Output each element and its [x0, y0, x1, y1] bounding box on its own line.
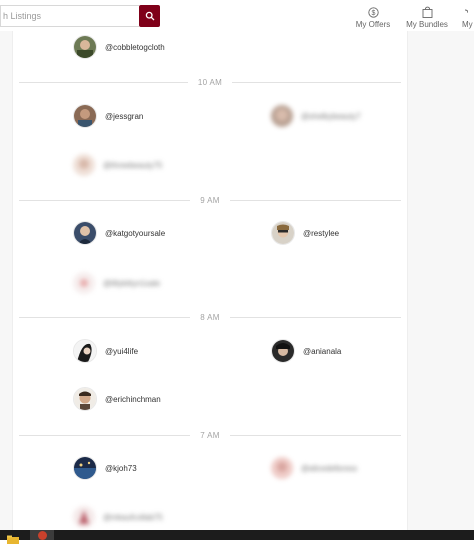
my-offers-label: My Offers — [355, 20, 391, 29]
time-label: 10 AM — [197, 77, 223, 87]
my-bundles-link[interactable]: My Bundles — [405, 6, 449, 29]
list-item[interactable]: @restylee — [271, 221, 339, 245]
time-divider: 7 AM — [19, 429, 401, 441]
time-divider: 8 AM — [19, 311, 401, 323]
list-item[interactable]: @mkaufcollab75 — [73, 505, 163, 529]
partial-icon — [462, 6, 468, 18]
list-item[interactable]: @kjoh73 — [73, 456, 137, 480]
bag-icon — [422, 6, 433, 18]
list-item[interactable]: @cobbletogcloth — [73, 35, 165, 59]
list-item[interactable]: @threebeauty75 — [73, 153, 162, 177]
my-offers-link[interactable]: $ My Offers — [355, 6, 391, 29]
username[interactable]: @kjoh73 — [105, 464, 137, 473]
avatar — [271, 457, 293, 479]
list-item[interactable]: @shelbybeauty7 — [271, 104, 361, 128]
avatar — [73, 104, 97, 128]
avatar — [73, 339, 97, 363]
dollar-circle-icon: $ — [367, 6, 379, 18]
time-divider: 10 AM — [19, 76, 401, 88]
list-item[interactable]: @jessgran — [73, 104, 143, 128]
avatar — [73, 272, 95, 294]
list-item[interactable]: @lillykittyn1sale — [73, 271, 160, 295]
username[interactable]: @lillykittyn1sale — [103, 279, 160, 288]
search-icon — [145, 11, 154, 21]
username[interactable]: @restylee — [303, 229, 339, 238]
list-item[interactable]: @katgotyoursale — [73, 221, 165, 245]
avatar — [271, 339, 295, 363]
avatar — [271, 221, 295, 245]
my-account-link[interactable]: My — [462, 6, 474, 29]
list-item[interactable]: @yui4life — [73, 339, 138, 363]
avatar — [73, 35, 97, 59]
username[interactable]: @katgotyoursale — [105, 229, 165, 238]
list-item[interactable]: @anianala — [271, 339, 341, 363]
search-input[interactable] — [0, 5, 139, 27]
avatar — [271, 105, 293, 127]
time-label: 8 AM — [200, 312, 220, 322]
username[interactable]: @erichinchman — [105, 395, 161, 404]
username[interactable]: @yui4life — [105, 347, 138, 356]
my-bundles-label: My Bundles — [406, 20, 448, 29]
avatar — [73, 456, 97, 480]
time-label: 9 AM — [200, 195, 220, 205]
list-item[interactable]: @erichinchman — [73, 387, 161, 411]
time-divider: 9 AM — [19, 194, 401, 206]
svg-text:$: $ — [371, 10, 375, 17]
top-navigation-bar: $ My Offers My Bundles My — [0, 0, 474, 32]
username[interactable]: @jessgran — [105, 112, 143, 121]
follow-feed: @cobbletogcloth 10 AM @jessgran @shelbyb… — [12, 31, 408, 530]
username[interactable]: @threebeauty75 — [103, 161, 162, 170]
avatar — [73, 221, 97, 245]
browser-icon — [37, 530, 47, 540]
username[interactable]: @shelbybeauty7 — [301, 112, 361, 121]
avatar — [73, 154, 95, 176]
search-bar — [0, 5, 160, 27]
username[interactable]: @cobbletogcloth — [105, 43, 165, 52]
taskbar — [0, 530, 474, 544]
browser-taskbar-button[interactable] — [30, 530, 54, 540]
time-label: 7 AM — [200, 430, 220, 440]
search-button[interactable] — [139, 5, 160, 27]
avatar — [73, 387, 97, 411]
username[interactable]: @alicedellsress — [301, 464, 357, 473]
page-background: @cobbletogcloth 10 AM @jessgran @shelbyb… — [0, 31, 474, 530]
username[interactable]: @anianala — [303, 347, 341, 356]
username[interactable]: @mkaufcollab75 — [103, 513, 163, 522]
folder-icon[interactable] — [6, 531, 20, 544]
my-account-label: My — [462, 20, 473, 29]
avatar — [73, 506, 95, 528]
list-item[interactable]: @alicedellsress — [271, 456, 357, 480]
